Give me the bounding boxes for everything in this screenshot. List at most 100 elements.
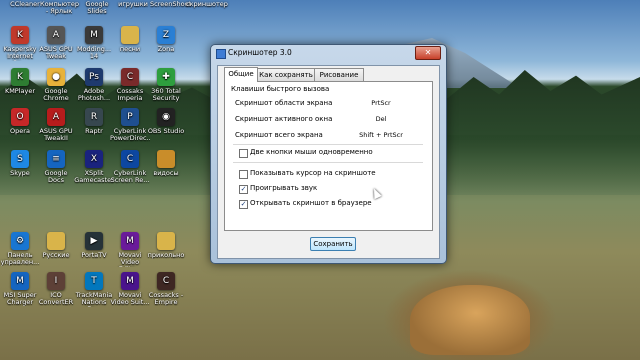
desktop-icon-label: TrackMania Nations Fo... [75, 292, 113, 307]
background-rock [410, 285, 530, 355]
dialog-titlebar[interactable]: Скриншотер 3.0 ✕ [211, 45, 446, 61]
desktop-icon[interactable]: ● Google Chrome [36, 68, 76, 102]
option-label: Открывать скриншот в браузере [250, 199, 372, 207]
screenrecorder-icon: C [121, 150, 139, 168]
hotkey-field-area[interactable]: PrtScr [345, 98, 417, 109]
desktop-icon[interactable]: K Kaspersky Internet Se... [0, 26, 40, 61]
desktop-icon-label: CyberLink Screen Re... [110, 170, 150, 184]
close-button[interactable]: ✕ [415, 46, 441, 60]
desktop-icon-label: Русские [42, 252, 70, 259]
desktop-icon-label: Modding... 14 [76, 46, 112, 60]
hotkey-field-window[interactable]: Del [345, 114, 417, 125]
desktop-icon[interactable]: I ICO ConvertER [36, 272, 76, 306]
desktop-icon[interactable]: M Movavi Video Edito... [110, 232, 150, 267]
option-label: Проигрывать звук [250, 184, 318, 192]
desktop-icon[interactable]: песни [110, 26, 150, 53]
desktop-icon-label: Movavi Video Suit... [110, 292, 150, 306]
modding-icon: M [85, 26, 103, 44]
folder-icon [121, 26, 139, 44]
desktop-icon[interactable]: Русские [36, 232, 76, 259]
hotkeys-section-title: Клавиши быстрого вызова [231, 85, 330, 93]
kmplayer-icon: K [11, 68, 29, 86]
desktop-icon[interactable]: прикольно [146, 232, 186, 259]
docs-icon: ≡ [47, 150, 65, 168]
desktop-icon-label: KMPlayer [4, 88, 36, 95]
desktop-icon-label: Cossaks Imperia [116, 88, 144, 102]
desktop-icon-label: 360 Total Security [151, 88, 181, 102]
screenshoter-dialog: Скриншотер 3.0 ✕ Общие Как сохранять Рис… [210, 44, 447, 264]
movavi-icon: M [121, 232, 139, 250]
skype-icon: S [11, 150, 29, 168]
desktop-top-label[interactable]: Компьютер - Ярлык [40, 1, 79, 15]
desktop-icon[interactable]: ▶ PortaTV [74, 232, 114, 259]
powerdirector-icon: P [121, 108, 139, 126]
desktop-icon[interactable]: видосы [146, 150, 186, 177]
desktop-icon[interactable]: K KMPlayer [0, 68, 40, 95]
tab-drawing[interactable]: Рисование [314, 68, 364, 81]
desktop-icon[interactable]: ◉ OBS Studio [146, 108, 186, 135]
cossacks2-icon: C [157, 272, 175, 290]
desktop-icon[interactable]: M MSI Super Charger [0, 272, 40, 306]
desktop-icon-label: MSI Super Charger [3, 292, 37, 306]
desktop-icon[interactable]: T TrackMania Nations Fo... [74, 272, 114, 307]
hotkey-field-fullscreen[interactable]: Shift + PrtScr [345, 130, 417, 141]
desktop-icon[interactable]: C Cossaks Imperia [110, 68, 150, 102]
checkbox-two-mouse-buttons[interactable] [239, 149, 248, 158]
desktop-icon[interactable]: C CyberLink Screen Re... [110, 150, 150, 184]
checkbox-open-in-browser[interactable]: ✓ [239, 200, 248, 209]
dialog-title: Скриншотер 3.0 [228, 48, 292, 57]
checkbox-play-sound[interactable]: ✓ [239, 185, 248, 194]
option-label: Показывать курсор на скриншоте [250, 169, 376, 177]
tab-how-to-save[interactable]: Как сохранять [257, 68, 315, 81]
desktop-icon[interactable]: M Modding... 14 [74, 26, 114, 60]
desktop-icon-label: Cossacks - Empire [148, 292, 184, 306]
tab-panel-general: Клавиши быстрого вызова Скриншот области… [224, 81, 433, 231]
desktop-icon[interactable]: Ps Adobe Photosh... [74, 68, 114, 102]
desktop-top-label[interactable]: скриншотер [186, 1, 228, 8]
photoshop-icon: Ps [85, 68, 103, 86]
desktop-icon[interactable]: P CyberLink PowerDirec... [110, 108, 150, 142]
desktop-icon[interactable]: A ASUS GPU TweakII [36, 108, 76, 142]
msi-icon: M [11, 272, 29, 290]
desktop-icon-label: Панель управлен... [0, 252, 40, 266]
desktop-icon[interactable]: M Movavi Video Suit... [110, 272, 150, 306]
checkbox-show-cursor[interactable] [239, 170, 248, 179]
hotkey-label-fullscreen: Скриншот всего экрана [235, 131, 323, 139]
asus-icon: A [47, 26, 65, 44]
folder-icon [157, 232, 175, 250]
trackmania-icon: T [85, 272, 103, 290]
desktop-icon[interactable]: A ASUS GPU Tweak [36, 26, 76, 60]
desktop-icon[interactable]: ✚ 360 Total Security [146, 68, 186, 102]
control-panel-icon: ⚙ [11, 232, 29, 250]
tab-general[interactable]: Общие [224, 67, 258, 82]
desktop-icon-label: прикольно [147, 252, 185, 259]
desktop-icon[interactable]: ≡ Google Docs [36, 150, 76, 184]
desktop-top-label[interactable]: CCleaner [6, 1, 44, 8]
divider [233, 162, 423, 163]
save-button[interactable]: Сохранить [310, 237, 356, 251]
folder-icon [47, 232, 65, 250]
movavi-suite-icon: M [121, 272, 139, 290]
desktop-top-label[interactable]: Google Slides [78, 1, 116, 15]
desktop-icon[interactable]: Z Zona [146, 26, 186, 53]
desktop-top-label[interactable]: игрушки [114, 1, 152, 8]
desktop-icon[interactable]: ⚙ Панель управлен... [0, 232, 40, 266]
desktop-icon-label: Zona [157, 46, 175, 53]
desktop-icon-label: видосы [153, 170, 179, 177]
desktop-top-label[interactable]: ScreenShoot [150, 1, 191, 8]
desktop-icon[interactable]: R Raptr [74, 108, 114, 135]
ico-convert-icon: I [47, 272, 65, 290]
chrome-icon: ● [47, 68, 65, 86]
desktop-icon-label: Kaspersky Internet Se... [3, 46, 37, 61]
desktop-icon-label: Google Chrome [43, 88, 69, 102]
portatv-icon: ▶ [85, 232, 103, 250]
zona-icon: Z [157, 26, 175, 44]
desktop-icon[interactable]: X XSplit Gamecaster [74, 150, 114, 184]
desktop-icon-label: Opera [10, 128, 30, 135]
desktop-icon[interactable]: C Cossacks - Empire [146, 272, 186, 306]
video-folder-icon [157, 150, 175, 168]
desktop-icon[interactable]: S Skype [0, 150, 40, 177]
asus-tweak-icon: A [47, 108, 65, 126]
desktop-icon[interactable]: O Opera [0, 108, 40, 135]
cossacks-icon: C [121, 68, 139, 86]
